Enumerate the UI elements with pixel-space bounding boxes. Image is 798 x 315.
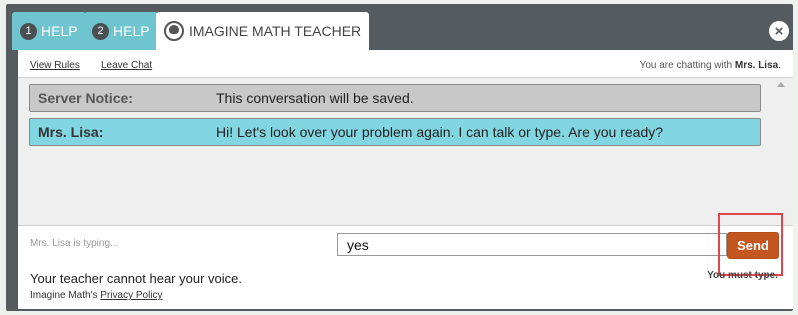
chatting-with-name: Mrs. Lisa [734,60,779,71]
tab-label: HELP [113,23,150,39]
teacher-avatar-icon [164,21,184,41]
tab-help-1[interactable]: 1 HELP [12,12,86,50]
privacy-prefix: Imagine Math's [30,290,98,301]
tab-help-2[interactable]: 2 HELP [84,12,158,50]
tab-label: HELP [41,23,78,39]
typing-status: Mrs. Lisa is typing... [30,238,119,249]
message-text: Hi! Let's look over your problem again. … [216,124,664,140]
tab-number-badge: 2 [92,22,109,40]
message-sender: Mrs. Lisa: [38,124,104,140]
server-notice-message: Server Notice: This conversation will be… [29,84,761,112]
privacy-notice: Imagine Math's Privacy Policy [30,290,163,301]
chatting-with-label: You are chatting with Mrs. Lisa. [640,60,781,71]
chat-toolbar: View Rules Leave Chat You are chatting w… [18,50,793,78]
tab-number-badge: 1 [20,22,37,40]
chat-window: 1 HELP 2 HELP IMAGINE MATH TEACHER × Vie… [6,4,793,311]
message-sender: Server Notice: [38,90,133,106]
teacher-message: Mrs. Lisa: Hi! Let's look over your prob… [29,118,761,146]
message-text: This conversation will be saved. [216,90,414,106]
chatting-with-prefix: You are chatting with [639,60,733,71]
chat-panel: View Rules Leave Chat You are chatting w… [18,50,793,309]
message-list[interactable]: Server Notice: This conversation will be… [18,78,793,226]
view-rules-link[interactable]: View Rules [30,60,80,71]
chat-message-input[interactable] [337,233,727,256]
scroll-up-arrow-icon[interactable] [777,82,785,87]
must-type-notice: You must type. [707,270,778,281]
voice-notice: Your teacher cannot hear your voice. [30,271,242,286]
chatting-with-suffix: . [778,60,781,71]
tab-label: IMAGINE MATH TEACHER [189,23,362,39]
privacy-policy-link[interactable]: Privacy Policy [100,290,162,301]
tab-imagine-math-teacher[interactable]: IMAGINE MATH TEACHER [156,12,370,50]
leave-chat-link[interactable]: Leave Chat [101,60,152,71]
close-button[interactable]: × [769,21,789,41]
send-button[interactable]: Send [727,232,779,259]
